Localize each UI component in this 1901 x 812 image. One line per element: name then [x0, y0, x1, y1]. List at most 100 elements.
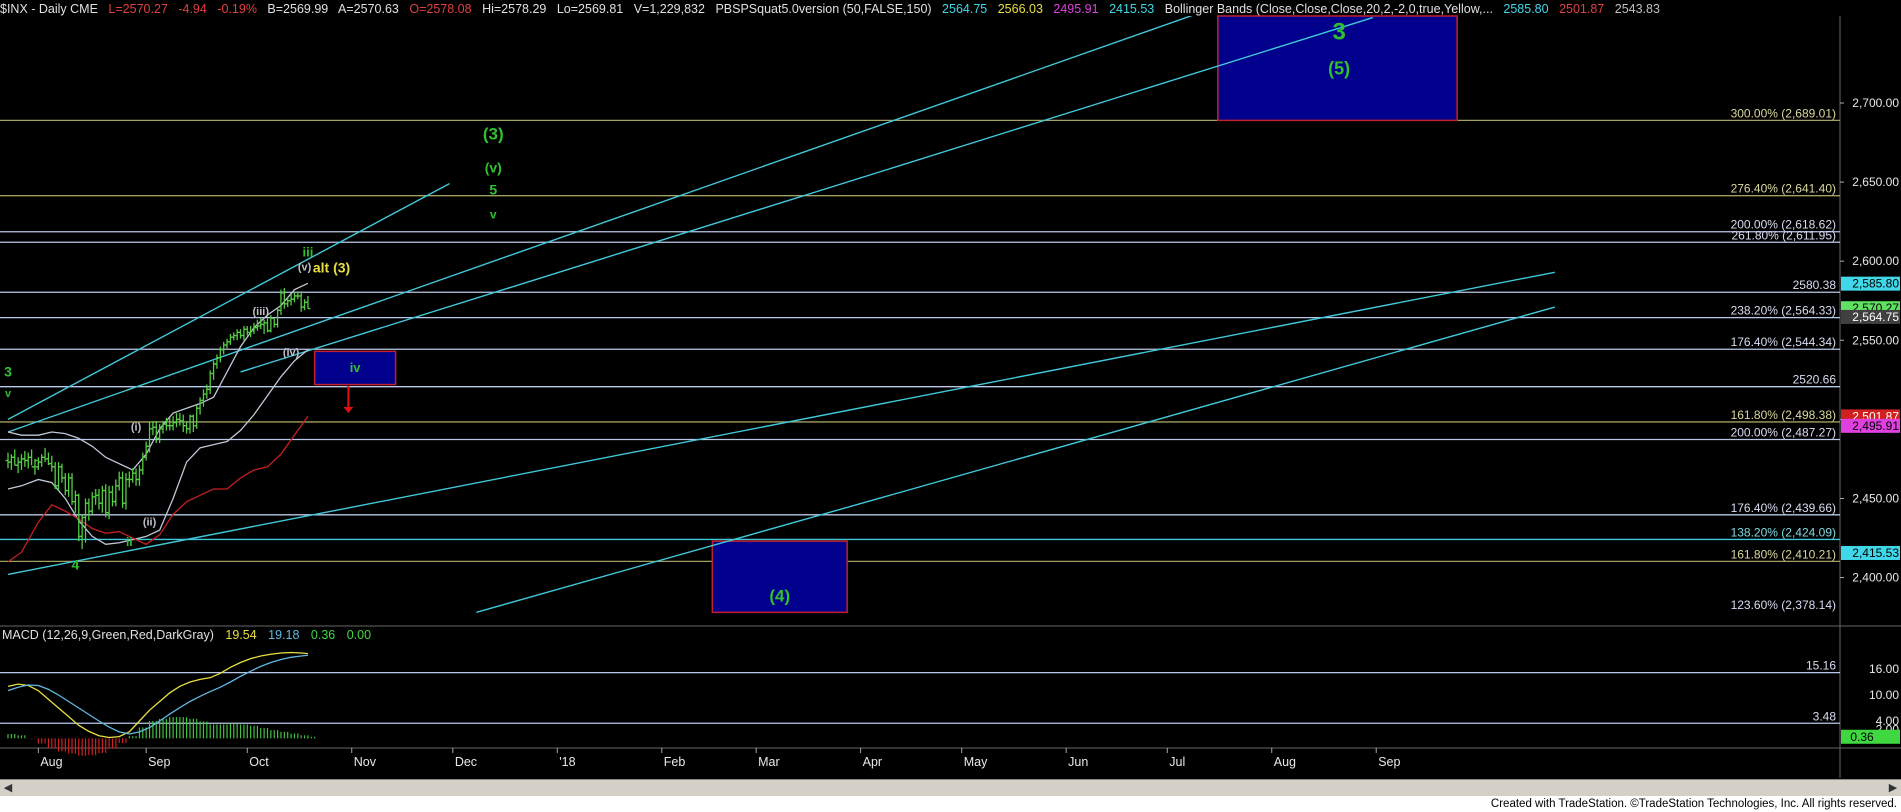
wave-label: 5 — [489, 182, 497, 198]
wave-label: (v) — [485, 160, 502, 176]
x-tick-label: Sep — [1378, 755, 1400, 769]
price-bar — [147, 422, 153, 453]
price-bar — [136, 465, 142, 486]
open-price: O=2578.08 — [409, 2, 472, 16]
macd-tick-label: 10.00 — [1869, 688, 1899, 702]
channel-line — [476, 306, 1556, 614]
volume-value: V=1,229,832 — [633, 2, 705, 16]
price-bar — [109, 485, 115, 507]
y-tick-label: 2,450.00 — [1852, 491, 1899, 505]
price-bar — [298, 291, 304, 312]
x-tick-label: Mar — [758, 755, 780, 769]
change-pct: -0.19% — [217, 2, 257, 16]
wave-label: (4) — [769, 586, 790, 605]
x-tick-label: Sep — [148, 755, 170, 769]
price-bar — [224, 338, 230, 349]
wave-label: v — [5, 388, 12, 400]
price-bar — [130, 468, 136, 483]
channel-line — [240, 16, 1374, 373]
price-bar — [113, 479, 119, 507]
price-bar — [133, 468, 139, 486]
wave-label: 3 — [4, 364, 12, 380]
chart-canvas[interactable]: 300.00% (2,689.01) 276.40% (2,641.40) 200.… — [0, 0, 1901, 812]
x-tick-label: May — [964, 755, 988, 769]
level-label: 161.80% (2,498.38) — [1731, 408, 1836, 422]
price-bar — [59, 463, 65, 483]
x-tick-label: Dec — [455, 755, 477, 769]
price-bar — [238, 329, 244, 339]
x-tick-label: Apr — [863, 755, 882, 769]
price-bar — [174, 413, 179, 428]
price-bar — [221, 341, 227, 355]
price-bar — [190, 414, 196, 433]
bollinger-label: Bollinger Bands (Close,Close,Close,20,2,… — [1164, 2, 1493, 16]
scroll-left-icon[interactable]: ◀ — [0, 780, 16, 796]
x-tick-label: Aug — [40, 755, 62, 769]
price-bar — [251, 322, 257, 334]
level-label: 276.40% (2,641.40) — [1731, 182, 1836, 196]
level-label: 138.20% (2,424.09) — [1731, 525, 1836, 539]
wave-label: 4 — [72, 557, 80, 573]
wave-label: v — [490, 207, 497, 221]
price-bar — [231, 332, 237, 341]
price-bar — [234, 329, 240, 341]
wave-label: (i) — [131, 421, 142, 433]
indicator-label: PBSPSquat5.0version (50,FALSE,150) — [715, 2, 932, 16]
indicator-value-3: 2495.91 — [1053, 2, 1099, 16]
price-tag-label: 2,585.80 — [1852, 277, 1899, 291]
price-bar — [116, 471, 122, 491]
bid-price: B=2569.99 — [267, 2, 329, 16]
y-tick-label: 2,650.00 — [1852, 175, 1899, 189]
change-value: -4.94 — [178, 2, 207, 16]
price-bar — [22, 451, 28, 467]
x-tick-label: Nov — [354, 755, 377, 769]
price-bar — [305, 295, 311, 310]
low-price: Lo=2569.81 — [556, 2, 624, 16]
macd-price-tag-label: 0.36 — [1850, 730, 1874, 744]
macd-tick-label: 4.00 — [1876, 714, 1900, 728]
level-label: 2580.38 — [1793, 278, 1837, 292]
price-bar — [62, 473, 68, 496]
level-label: 200.00% (2,487.27) — [1731, 426, 1836, 440]
price-bar — [72, 490, 78, 513]
price-bar — [83, 498, 89, 543]
ask-price: A=2570.63 — [338, 2, 399, 16]
price-bar — [227, 333, 233, 346]
price-bar — [241, 326, 247, 341]
price-bar — [15, 457, 21, 474]
price-bar — [18, 454, 24, 470]
price-bar — [120, 471, 126, 508]
x-tick-label: Jul — [1169, 755, 1185, 769]
macd-tick-label: 16.00 — [1869, 662, 1899, 676]
wave-label: iii — [303, 244, 314, 259]
price-bar — [291, 292, 297, 303]
price-bar — [170, 416, 176, 431]
price-bar — [35, 457, 41, 470]
indicator-value-2: 2566.03 — [997, 2, 1043, 16]
footer-credit: Created with TradeStation. ©TradeStation… — [0, 796, 1901, 812]
last-price: L=2570.27 — [108, 2, 168, 16]
level-label: 261.80% (2,611.95) — [1731, 228, 1836, 242]
price-bar — [8, 454, 14, 470]
horizontal-scrollbar[interactable]: ◀ ▶ — [0, 779, 1901, 796]
macd-header: MACD (12,26,9,Green,Red,DarkGray) 19.54 … — [2, 627, 379, 643]
macd-line — [7, 654, 309, 735]
price-bar — [25, 452, 31, 469]
zero-value: 0.00 — [346, 628, 372, 642]
level-label: 300.00% (2,689.01) — [1731, 106, 1836, 120]
wave-label: i — [94, 487, 97, 501]
x-tick-label: Feb — [664, 755, 686, 769]
bollinger-lower: 2501.87 — [1559, 2, 1605, 16]
wave-label: iv — [350, 360, 362, 375]
price-tag-label: 2,415.53 — [1852, 546, 1899, 560]
price-bar — [281, 288, 287, 309]
x-tick-label: Aug — [1274, 755, 1296, 769]
price-bar — [42, 447, 48, 463]
indicator-value-4: 2415.53 — [1109, 2, 1155, 16]
scroll-right-icon[interactable]: ▶ — [1885, 780, 1901, 796]
level-label: 161.80% (2,410.21) — [1731, 547, 1836, 561]
level-label: 2520.66 — [1793, 373, 1837, 387]
wave-label: (iii) — [253, 306, 270, 318]
wave-label: (v) — [298, 262, 312, 274]
price-bar — [214, 354, 220, 369]
